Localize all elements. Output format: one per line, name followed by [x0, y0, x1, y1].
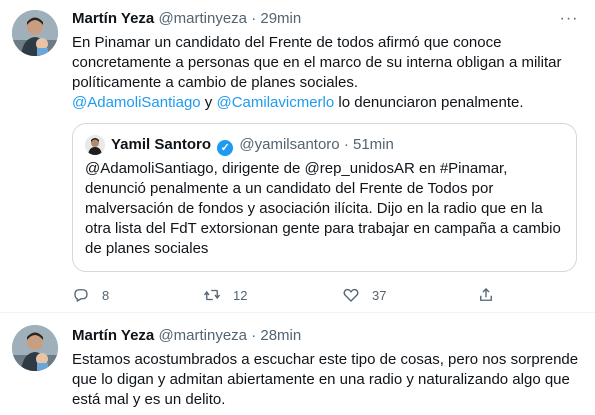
quoted-tweet[interactable]: Yamil Santoro ✓ @yamilsantoro · 51min @A… — [72, 123, 577, 272]
reply-count: 8 — [102, 287, 110, 303]
tweet-time[interactable]: 28min — [260, 327, 301, 344]
tweet-text-conj: y — [200, 94, 217, 111]
author-name[interactable]: Martín Yeza — [72, 327, 154, 344]
separator-dot: · — [251, 10, 257, 27]
avatar-photo — [12, 10, 58, 56]
quote-text: @AdamoliSantiago, dirigente de @rep_unid… — [85, 160, 561, 257]
share-button[interactable] — [477, 285, 495, 305]
avatar-photo — [85, 135, 105, 155]
tweet-text: En Pinamar un candidato del Frente de to… — [72, 33, 578, 113]
heart-icon — [343, 288, 359, 302]
separator-dot: · — [343, 136, 349, 153]
quote-time[interactable]: 51min — [353, 136, 394, 153]
avatar[interactable] — [85, 135, 105, 155]
tweet-text-main: En Pinamar un candidato del Frente de to… — [72, 34, 562, 91]
tweet[interactable]: Martín Yeza @martinyeza · 29min ··· En P… — [0, 0, 595, 313]
mention-link[interactable]: @AdamoliSantiago — [72, 94, 201, 111]
author-handle[interactable]: @martinyeza — [158, 327, 247, 344]
tweet-time[interactable]: 29min — [260, 10, 301, 27]
quote-header: Yamil Santoro ✓ @yamilsantoro · 51min — [111, 136, 394, 156]
avatar[interactable] — [12, 325, 58, 371]
quote-author-handle[interactable]: @yamilsantoro — [239, 136, 339, 153]
avatar[interactable] — [12, 10, 58, 56]
verified-badge-icon: ✓ — [217, 140, 234, 156]
tweet-header: Martín Yeza @martinyeza · 28min — [72, 327, 301, 344]
tweet-text-tail: lo denunciaron penalmente. — [334, 94, 524, 111]
reply-icon — [74, 289, 88, 302]
author-name[interactable]: Martín Yeza — [72, 10, 154, 27]
avatar-photo — [12, 325, 58, 371]
quote-author-name[interactable]: Yamil Santoro — [111, 136, 211, 153]
share-icon — [480, 288, 492, 301]
separator-dot: · — [251, 327, 257, 344]
retweet-button[interactable]: 12 — [203, 285, 247, 305]
tweet-header: Martín Yeza @martinyeza · 29min — [72, 10, 301, 27]
retweet-count: 12 — [233, 287, 248, 303]
tweet-actions: 8 12 37 — [72, 285, 522, 305]
author-handle[interactable]: @martinyeza — [158, 10, 247, 27]
more-icon[interactable]: ··· — [557, 10, 581, 30]
tweet-text: Estamos acostumbrados a escuchar este ti… — [72, 351, 579, 408]
tweet[interactable]: Martín Yeza @martinyeza · 28min Estamos … — [0, 314, 595, 415]
like-count: 37 — [372, 287, 387, 303]
retweet-icon — [203, 289, 221, 301]
reply-button[interactable]: 8 — [72, 285, 109, 305]
like-button[interactable]: 37 — [342, 285, 386, 305]
mention-link[interactable]: @Camilavicmerlo — [216, 94, 334, 111]
